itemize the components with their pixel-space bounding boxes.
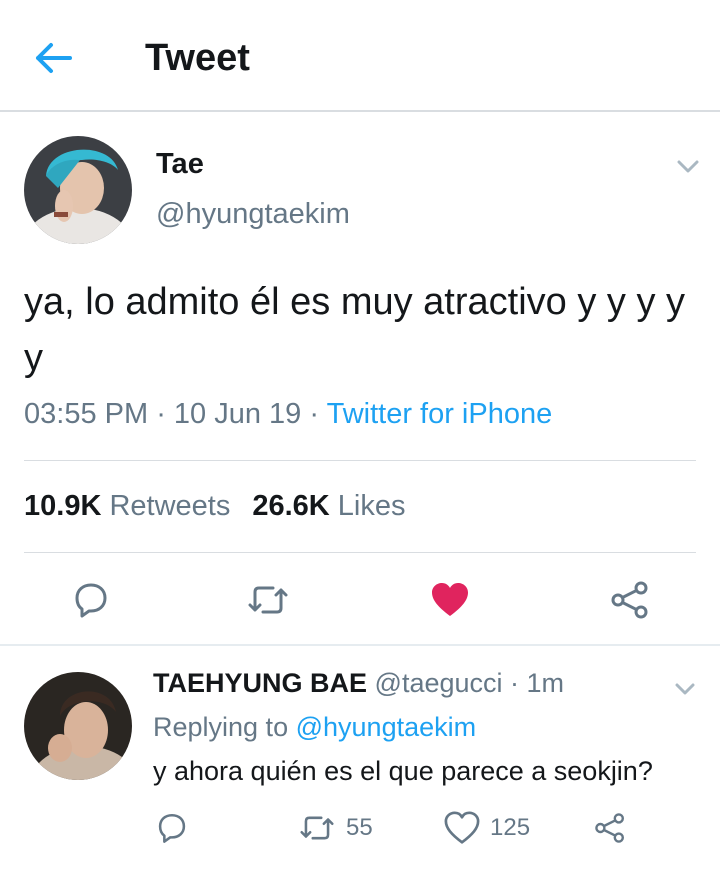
share-icon xyxy=(611,581,648,619)
reply-reply-button[interactable] xyxy=(155,808,189,848)
back-arrow-icon xyxy=(36,43,72,73)
retweet-icon xyxy=(248,586,288,614)
replying-to: Replying to @hyungtaekim xyxy=(153,712,476,743)
reply-icon xyxy=(158,813,186,843)
meta-separator: · xyxy=(309,398,327,430)
tweet-source-link[interactable]: Twitter for iPhone xyxy=(327,398,553,430)
heart-icon xyxy=(432,583,468,616)
retweets-stat[interactable]: 10.9K Retweets xyxy=(24,490,230,522)
avatar[interactable] xyxy=(24,136,132,244)
divider xyxy=(24,460,696,461)
retweet-button[interactable] xyxy=(244,576,292,624)
meta-separator: · xyxy=(156,398,174,430)
top-bar: Tweet xyxy=(0,0,720,112)
author-name[interactable]: Tae xyxy=(156,148,204,181)
reply-like-count: 125 xyxy=(490,814,531,841)
tweet-date: 10 Jun 19 xyxy=(173,398,302,430)
meta-separator: · xyxy=(510,668,527,698)
heart-outline-icon xyxy=(444,811,480,844)
page-title: Tweet xyxy=(145,37,250,79)
tweet-meta: 03:55 PM · 10 Jun 19 · Twitter for iPhon… xyxy=(24,398,552,431)
chevron-down-icon xyxy=(677,160,699,173)
reply-options-button[interactable] xyxy=(670,674,700,704)
chevron-down-icon xyxy=(675,683,695,694)
reply-author-handle[interactable]: @taegucci xyxy=(375,668,503,698)
reply-author-name[interactable]: TAEHYUNG BAE xyxy=(153,668,367,698)
share-icon xyxy=(595,813,624,843)
reply-time: 1m xyxy=(526,668,565,698)
tweet-time: 03:55 PM xyxy=(24,398,149,430)
main-tweet: Tae @hyungtaekim ya, lo admito él es muy… xyxy=(0,114,720,644)
author-handle[interactable]: @hyungtaekim xyxy=(156,198,350,231)
likes-label: Likes xyxy=(337,490,406,522)
reply-share-button[interactable] xyxy=(594,808,626,848)
replying-to-mention[interactable]: @hyungtaekim xyxy=(296,712,477,742)
reply-retweet-count: 55 xyxy=(346,814,373,841)
share-button[interactable] xyxy=(606,576,654,624)
reply-retweet-button[interactable]: 55 xyxy=(298,808,373,848)
like-button[interactable] xyxy=(426,576,474,624)
reply-avatar[interactable] xyxy=(24,672,132,780)
tweet-text: ya, lo admito él es muy atractivo y y y … xyxy=(24,281,686,379)
likes-count: 26.6K xyxy=(252,490,330,522)
reply-text: y ahora quién es el que parece a seokjin… xyxy=(153,756,653,786)
retweet-icon xyxy=(300,816,334,840)
reply-button[interactable] xyxy=(67,576,115,624)
replying-prefix: Replying to xyxy=(153,712,289,742)
retweets-label: Retweets xyxy=(109,490,231,522)
likes-stat[interactable]: 26.6K Likes xyxy=(252,490,405,522)
back-button[interactable] xyxy=(32,36,76,80)
reply-tweet[interactable]: TAEHYUNG BAE @taegucci · 1m Replying to … xyxy=(0,646,720,874)
tweet-stats: 10.9K Retweets 26.6K Likes xyxy=(24,490,406,523)
tweet-options-button[interactable] xyxy=(673,152,703,182)
divider xyxy=(24,552,696,553)
reply-icon xyxy=(75,583,107,618)
reply-header: TAEHYUNG BAE @taegucci · 1m xyxy=(153,668,564,699)
reply-like-button[interactable]: 125 xyxy=(444,808,530,848)
retweets-count: 10.9K xyxy=(24,490,102,522)
